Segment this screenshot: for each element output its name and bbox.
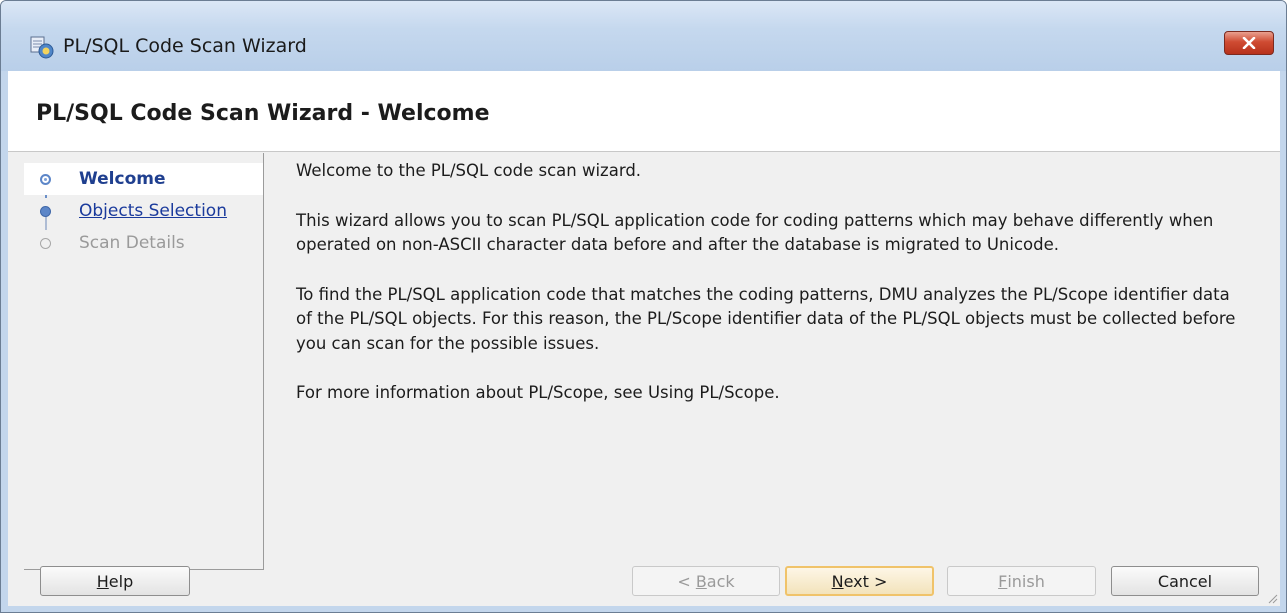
welcome-paragraph: Welcome to the PL/SQL code scan wizard. xyxy=(296,161,642,180)
steps-panel: Welcome Objects Selection Scan Details xyxy=(24,153,264,570)
step-welcome[interactable]: Welcome xyxy=(24,163,263,195)
page-title: PL/SQL Code Scan Wizard - Welcome xyxy=(36,101,490,126)
cancel-button[interactable]: Cancel xyxy=(1111,566,1259,596)
close-icon xyxy=(1242,37,1256,49)
finish-mnemonic: F xyxy=(998,571,1008,591)
back-label: ack xyxy=(706,571,735,591)
cancel-label: Cancel xyxy=(1157,571,1213,591)
help-button[interactable]: Help xyxy=(40,566,190,596)
wizard-app-icon xyxy=(30,36,54,59)
help-label: elp xyxy=(108,571,134,591)
back-prefix: < xyxy=(677,571,696,591)
description-paragraph: This wizard allows you to scan PL/SQL ap… xyxy=(296,210,1214,255)
dialog-client: PL/SQL Code Scan Wizard - Welcome Welcom… xyxy=(8,71,1280,606)
more-info-paragraph: For more information about PL/Scope, see… xyxy=(296,383,780,402)
back-mnemonic: B xyxy=(695,571,707,591)
step-objects-selection[interactable]: Objects Selection xyxy=(24,195,263,227)
help-mnemonic: H xyxy=(96,571,109,591)
window-title: PL/SQL Code Scan Wizard xyxy=(63,35,307,57)
next-label: ext > xyxy=(843,571,888,591)
next-mnemonic: N xyxy=(831,571,844,591)
resize-grip-icon[interactable] xyxy=(1266,592,1278,604)
step-link[interactable]: Objects Selection xyxy=(79,201,227,221)
step-scan-details: Scan Details xyxy=(24,227,263,259)
close-button[interactable] xyxy=(1224,31,1274,55)
finish-button[interactable]: Finish xyxy=(947,566,1096,596)
step-label: Scan Details xyxy=(79,233,185,253)
step-label: Welcome xyxy=(79,169,166,189)
step-bullet-icon xyxy=(40,174,51,185)
next-button[interactable]: Next > xyxy=(785,566,934,596)
title-bar[interactable]: PL/SQL Code Scan Wizard xyxy=(1,1,1286,71)
plscope-paragraph: To find the PL/SQL application code that… xyxy=(296,284,1236,353)
wizard-window: PL/SQL Code Scan Wizard PL/SQL Code Scan… xyxy=(0,0,1287,613)
welcome-content: Welcome to the PL/SQL code scan wizard. … xyxy=(296,159,1246,431)
header-band: PL/SQL Code Scan Wizard - Welcome xyxy=(8,71,1280,152)
button-bar: Help < Back Next > Finish Cancel xyxy=(8,556,1280,606)
finish-label: inish xyxy=(1007,571,1045,591)
step-bullet-icon xyxy=(40,238,51,249)
back-button[interactable]: < Back xyxy=(632,566,780,596)
step-bullet-icon xyxy=(40,206,51,217)
